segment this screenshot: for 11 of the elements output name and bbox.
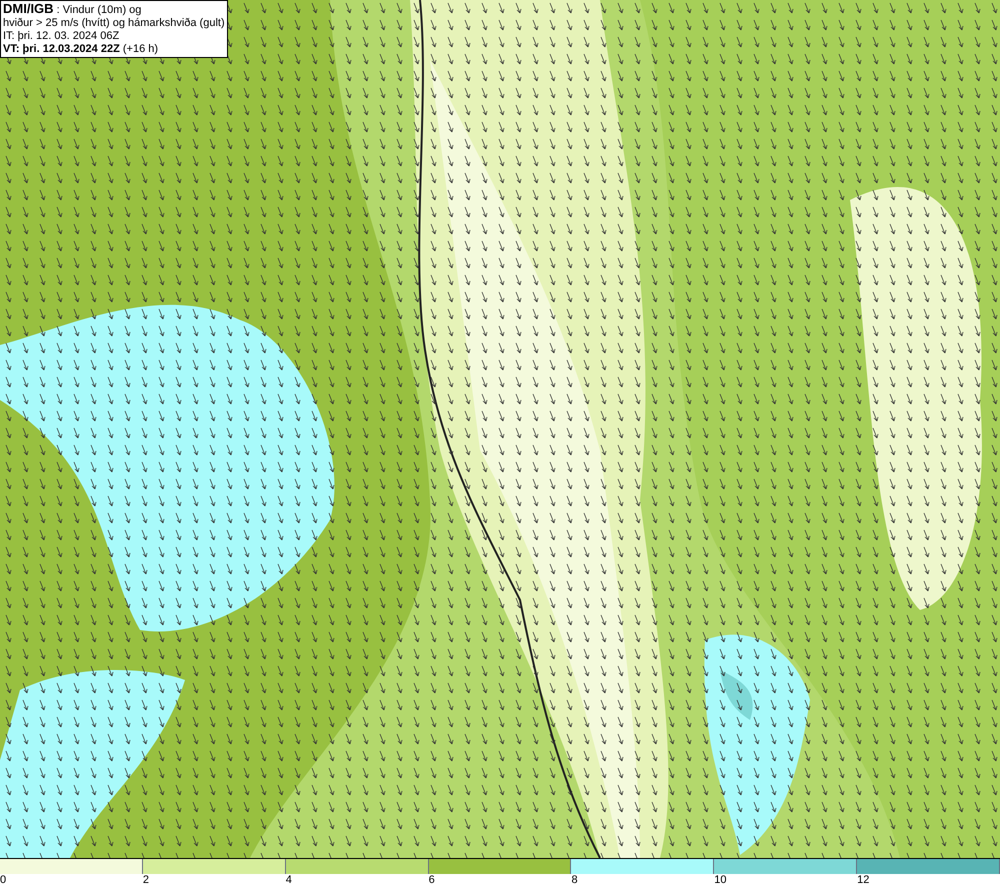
legend-label: 12 (857, 874, 870, 887)
initial-time: IT: þri. 12. 03. 2024 06Z (3, 30, 120, 43)
valid-time: VT: þri. 12.03.2024 22Z (+16 h) (3, 43, 160, 56)
info-title: DMI/IGB : Vindur (10m) og (3, 2, 142, 17)
legend-label: 4 (286, 874, 292, 887)
legend-label: 2 (142, 874, 149, 887)
legend-label: 10 (714, 874, 727, 887)
legend-label: 0 (0, 874, 6, 887)
legend-label: 8 (571, 874, 578, 887)
info-subtitle: hviður > 25 m/s (hvítt) og hámarkshviða (gult) (3, 17, 225, 30)
legend-label: 6 (428, 874, 435, 887)
